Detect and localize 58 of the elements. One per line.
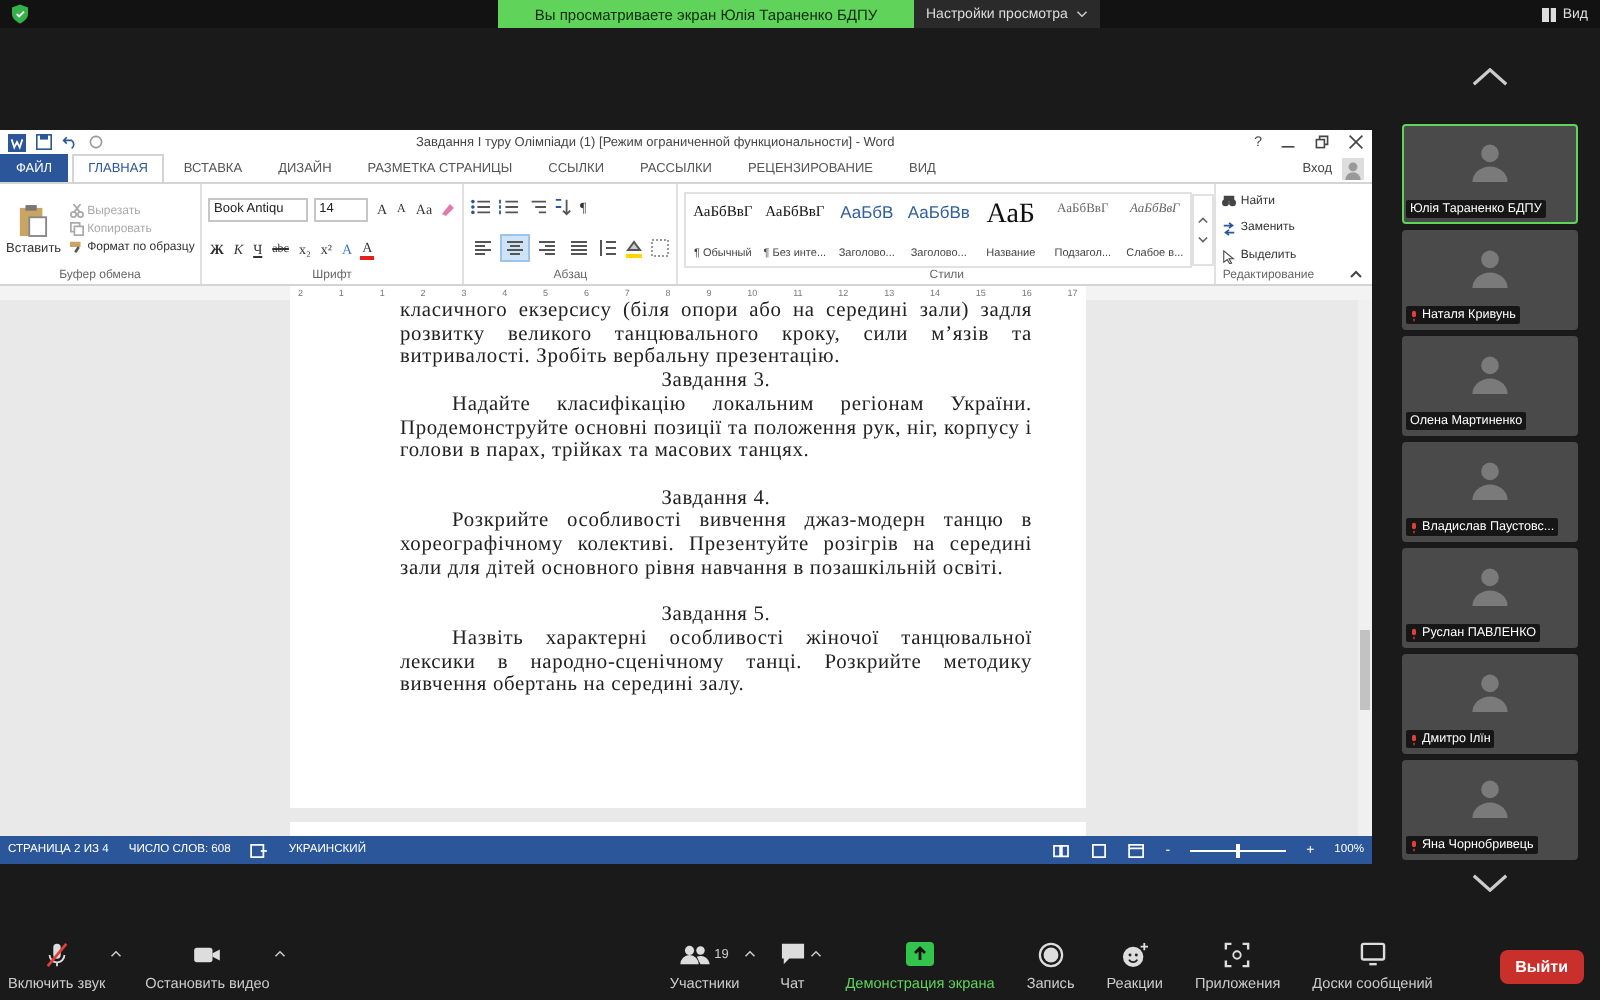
align-left-icon[interactable] bbox=[470, 236, 496, 260]
clipboard-icon bbox=[18, 203, 49, 237]
people-icon bbox=[680, 943, 711, 965]
save-icon[interactable] bbox=[36, 134, 52, 150]
restore-icon[interactable] bbox=[1314, 134, 1330, 150]
proofing-icon[interactable] bbox=[250, 843, 269, 857]
paragraph-text: Назвіть характерні особливості жіночої танцювальної лексики в народно-сценічному танці. Розкрийте методику вивчення обертань на середині залу. bbox=[400, 627, 1032, 698]
scroll-bar[interactable] bbox=[1358, 300, 1372, 836]
task-heading: Завдання 4. bbox=[659, 487, 773, 511]
word-logo-icon[interactable] bbox=[8, 133, 26, 151]
collapse-ribbon-icon[interactable] bbox=[1350, 270, 1362, 278]
smiley-plus-icon bbox=[1121, 941, 1148, 967]
caret-up-icon bbox=[1198, 215, 1209, 223]
close-icon[interactable] bbox=[1348, 134, 1364, 150]
numbered-list-icon[interactable] bbox=[498, 198, 520, 216]
leave-button[interactable]: Выйти bbox=[1499, 949, 1584, 983]
sort-icon[interactable] bbox=[554, 198, 572, 216]
record-icon bbox=[1037, 941, 1064, 967]
bullet-list-icon[interactable] bbox=[470, 198, 492, 216]
undo-icon[interactable] bbox=[62, 134, 78, 150]
align-right-icon[interactable] bbox=[534, 236, 560, 260]
read-mode-icon[interactable] bbox=[1051, 843, 1070, 857]
line-spacing-icon[interactable] bbox=[598, 238, 618, 258]
replace-icon bbox=[1222, 221, 1237, 236]
avatar-icon[interactable] bbox=[1342, 157, 1364, 179]
copy-icon bbox=[69, 222, 84, 236]
cursor-icon bbox=[1222, 249, 1237, 264]
apps-icon bbox=[1224, 941, 1251, 967]
align-justify-icon[interactable] bbox=[566, 236, 592, 260]
caret-up-icon[interactable] bbox=[743, 949, 756, 957]
align-center-icon[interactable] bbox=[502, 236, 528, 260]
shield-icon[interactable] bbox=[12, 4, 28, 24]
grid-icon bbox=[1542, 7, 1557, 21]
caret-up-icon[interactable] bbox=[809, 949, 822, 957]
muted-mic-icon bbox=[43, 941, 70, 967]
caret-up-icon[interactable] bbox=[109, 949, 122, 957]
chevron-up-icon[interactable] bbox=[1472, 68, 1508, 86]
chevron-down-icon[interactable] bbox=[1472, 874, 1508, 892]
eraser-icon[interactable] bbox=[440, 201, 456, 218]
video-camera-icon bbox=[192, 943, 223, 965]
paragraph-text: Розкрийте особливості вивчення джаз-модерн танцю в хореографічному колективі. Презентуйте розігрів на середині зали для дітей основного рівня навчання в позашкільній освіті. bbox=[400, 510, 1032, 581]
brush-icon bbox=[69, 240, 84, 254]
print-layout-icon[interactable] bbox=[1089, 843, 1108, 857]
paragraph-text: класичного екзерсису (біля опори або на середині зали) задля розвитку великого танцювального кроку, сили м’язів та витривалості. Зробіть вербальну презентацію. bbox=[400, 300, 1032, 371]
binoculars-icon bbox=[1222, 194, 1237, 209]
task-heading: Завдання 5. bbox=[659, 604, 773, 628]
multilevel-list-icon[interactable] bbox=[526, 198, 548, 216]
share-screen-icon bbox=[906, 942, 935, 966]
task-heading: Завдання 3. bbox=[659, 370, 773, 394]
web-layout-icon[interactable] bbox=[1127, 843, 1146, 857]
caret-icon bbox=[1075, 10, 1088, 18]
scissors-icon bbox=[69, 204, 84, 218]
shading-icon[interactable] bbox=[624, 238, 644, 258]
speech-bubble-icon bbox=[779, 942, 806, 966]
paragraph-text: Надайте класифікацію локальним регіонам України. Продемонструйте основні позиції та положення рук, ніг, корпусу і голови в парах, трійках та масових танцях. bbox=[400, 393, 1032, 464]
whiteboard-icon bbox=[1359, 942, 1386, 966]
caret-up-icon[interactable] bbox=[273, 949, 286, 957]
caret-down-icon bbox=[1198, 235, 1209, 243]
